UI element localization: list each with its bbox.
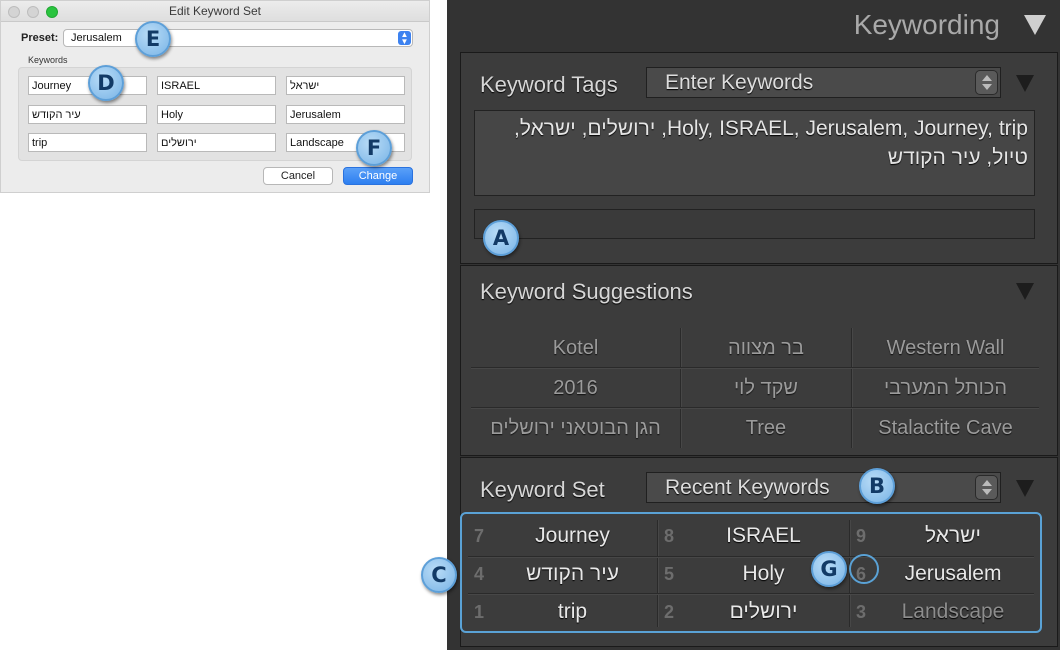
keyword-field-8[interactable]: ירושלים xyxy=(157,133,276,152)
section-collapse-triangle-icon[interactable] xyxy=(1016,480,1034,497)
keyword-field-3[interactable]: ישראל xyxy=(286,76,405,95)
shortcut-number: 4 xyxy=(474,564,485,584)
preset-label: Preset: xyxy=(21,32,59,44)
keyword-set-item[interactable]: 1 trip xyxy=(468,594,657,632)
keyword-set-header: Keyword Set xyxy=(480,477,605,502)
keywords-group-label: Keywords xyxy=(28,55,68,65)
keyword-suggestions-section: Keyword Suggestions Kotel בר מצווה Weste… xyxy=(460,265,1058,456)
keyword-set-label: Landscape xyxy=(901,600,1005,623)
change-button[interactable]: Change xyxy=(343,167,413,185)
keyword-set-label: ISRAEL xyxy=(726,524,801,547)
shortcut-number: 7 xyxy=(474,526,485,546)
keyword-set-item[interactable]: 3 Landscape xyxy=(850,594,1036,632)
keyword-tags-mode-value: Enter Keywords xyxy=(665,71,814,94)
callout-g: G xyxy=(811,551,847,587)
callout-d: D xyxy=(88,65,124,101)
keyword-field-6[interactable]: Jerusalem xyxy=(286,105,405,124)
stepper-arrows-icon xyxy=(975,70,998,95)
keyword-set-mode-select[interactable]: Recent Keywords xyxy=(646,472,1001,503)
callout-f: F xyxy=(356,130,392,166)
callout-e: E xyxy=(135,21,171,57)
keyword-set-label: עיר הקודש xyxy=(526,562,619,585)
keyword-set-label: ירושלים xyxy=(729,600,798,623)
keyword-set-item[interactable]: 7 Journey xyxy=(468,518,657,556)
keyword-field-2[interactable]: ISRAEL xyxy=(157,76,276,95)
preset-select[interactable]: Jerusalem ▲ ▼ xyxy=(63,29,413,47)
suggestion-item[interactable]: 2016 xyxy=(471,368,680,408)
dialog-title: Edit Keyword Set xyxy=(168,4,262,18)
suggestion-item[interactable]: הגן הבוטאני ירושלים xyxy=(471,408,680,448)
keyword-set-item[interactable]: 4 עיר הקודש xyxy=(468,556,657,594)
dialog-titlebar: Edit Keyword Set xyxy=(1,1,429,22)
keyword-field-5[interactable]: Holy xyxy=(157,105,276,124)
shortcut-number: 2 xyxy=(664,602,675,622)
callout-b: B xyxy=(859,468,895,504)
chevron-updown-icon: ▲ ▼ xyxy=(398,31,411,46)
collapse-triangle-icon[interactable] xyxy=(1024,15,1046,35)
shortcut-number: 3 xyxy=(856,602,867,622)
callout-a: A xyxy=(483,220,519,256)
keyword-field-7[interactable]: trip xyxy=(28,133,147,152)
keyword-set-mode-value: Recent Keywords xyxy=(665,476,830,499)
keyword-set-label: Jerusalem xyxy=(904,562,1002,585)
keyword-set-item[interactable]: 6 Jerusalem xyxy=(850,556,1036,594)
suggestion-item[interactable]: Western Wall xyxy=(852,328,1039,368)
suggestion-item[interactable]: שקד לוי xyxy=(681,368,851,408)
shortcut-number: 1 xyxy=(474,602,485,622)
suggestion-item[interactable]: בר מצווה xyxy=(681,328,851,368)
keyword-tags-header: Keyword Tags xyxy=(480,72,618,97)
screenshot-root: Edit Keyword Set Preset: Jerusalem ▲ ▼ Ke… xyxy=(0,0,1060,650)
shortcut-number: 8 xyxy=(664,526,675,546)
cancel-button[interactable]: Cancel xyxy=(263,167,333,185)
suggestions-grid: Kotel בר מצווה Western Wall 2016 שקד לוי… xyxy=(471,328,1039,448)
suggestion-item[interactable]: Stalactite Cave xyxy=(852,408,1039,448)
keyword-set-item[interactable]: 9 ישראל xyxy=(850,518,1036,556)
keywords-group: Journey ISRAEL ישראל עיר הקודש Holy Jeru… xyxy=(18,67,412,161)
keyword-field-4[interactable]: עיר הקודש xyxy=(28,105,147,124)
suggestion-item[interactable]: הכותל המערבי xyxy=(852,368,1039,408)
shortcut-number: 5 xyxy=(664,564,675,584)
stepper-arrows-icon xyxy=(975,475,998,500)
keyword-set-label: Journey xyxy=(535,524,610,547)
keyword-set-label: trip xyxy=(557,600,588,623)
preset-value: Jerusalem xyxy=(71,32,122,44)
keyword-set-item[interactable]: 2 ירושלים xyxy=(658,594,849,632)
highlight-ring xyxy=(849,554,879,584)
suggestion-item[interactable]: Tree xyxy=(681,408,851,448)
callout-c: C xyxy=(421,557,457,593)
keyword-set-item[interactable]: 8 ISRAEL xyxy=(658,518,849,556)
keyword-tags-section: Keyword Tags Enter Keywords Holy, ISRAEL… xyxy=(460,52,1058,264)
keyword-tags-mode-select[interactable]: Enter Keywords xyxy=(646,67,1001,98)
panel-title: Keywording xyxy=(853,9,1000,40)
section-collapse-triangle-icon[interactable] xyxy=(1016,283,1034,300)
keyword-set-label: ישראל xyxy=(925,524,981,547)
keyword-suggestions-header: Keyword Suggestions xyxy=(480,279,693,304)
keyword-set-grid: 7 Journey 8 ISRAEL 9 ישראל 4 עיר הקודש 5… xyxy=(460,512,1042,633)
keyword-tags-text[interactable]: Holy, ISRAEL, Jerusalem, Journey, trip, … xyxy=(474,110,1035,196)
suggestion-item[interactable]: Kotel xyxy=(471,328,680,368)
keyword-entry-input[interactable] xyxy=(474,209,1035,239)
shortcut-number: 9 xyxy=(856,526,867,546)
section-collapse-triangle-icon[interactable] xyxy=(1016,75,1034,92)
